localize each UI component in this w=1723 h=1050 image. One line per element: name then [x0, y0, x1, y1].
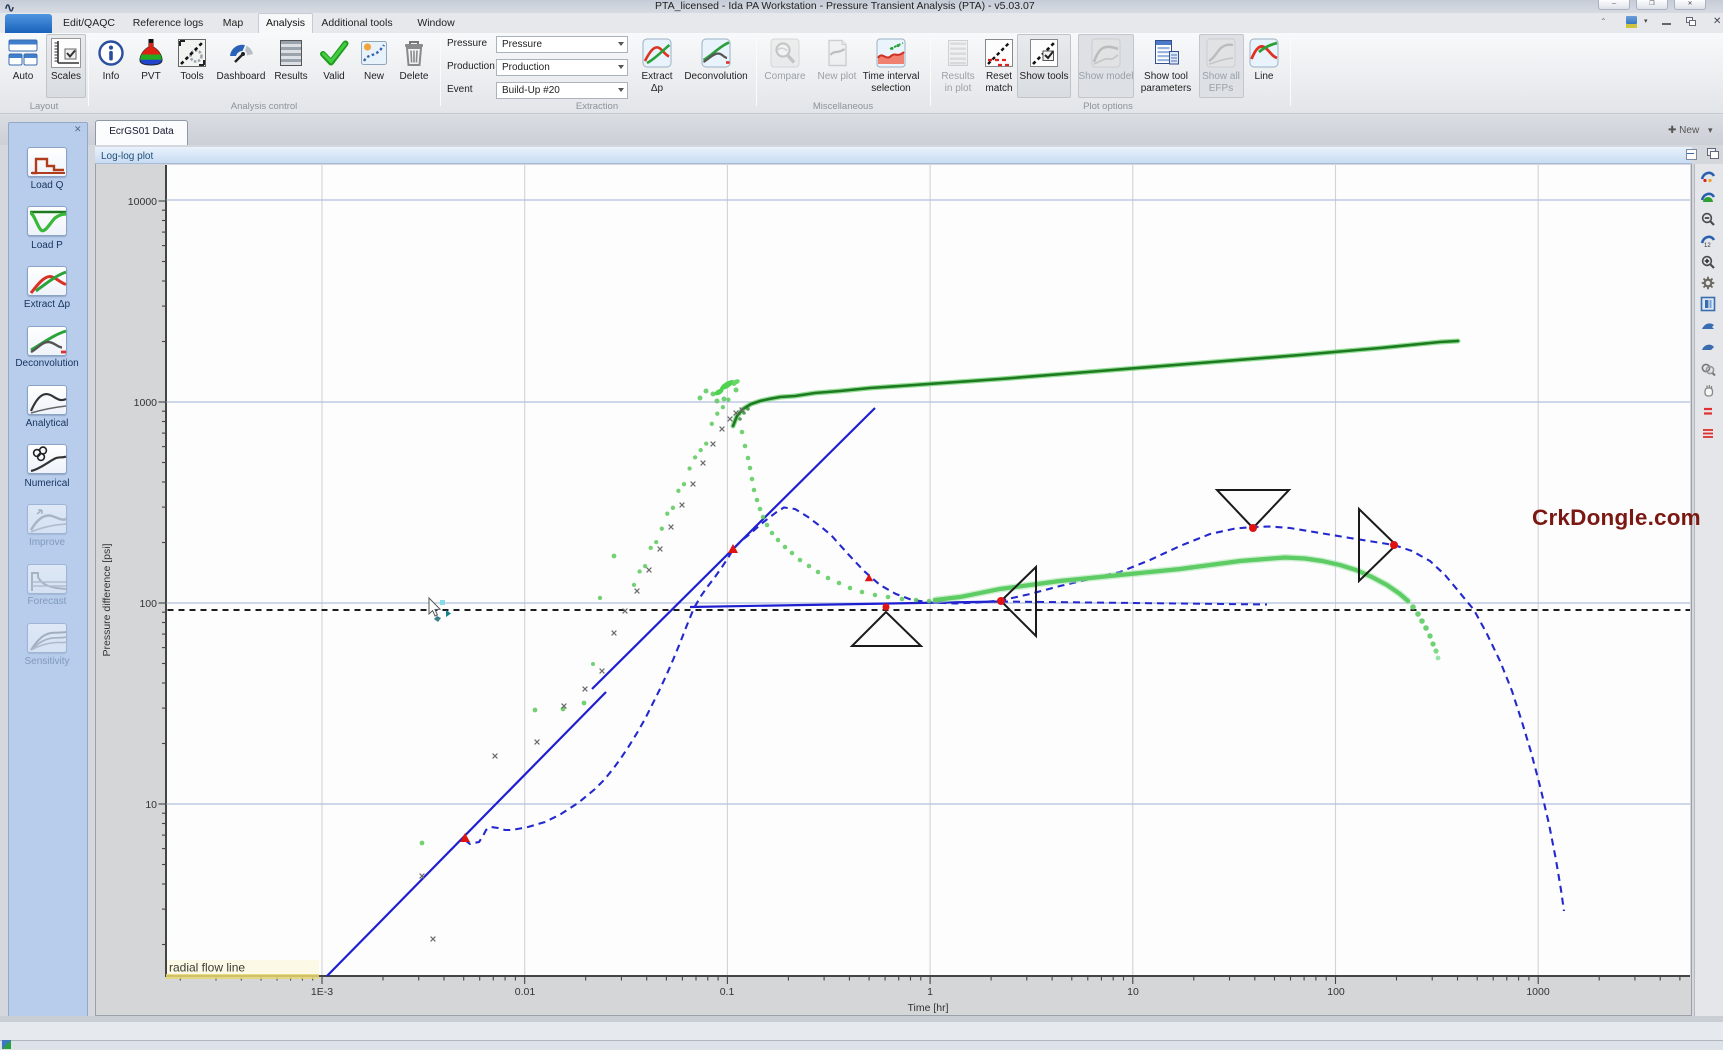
- svg-text:12: 12: [1704, 243, 1711, 248]
